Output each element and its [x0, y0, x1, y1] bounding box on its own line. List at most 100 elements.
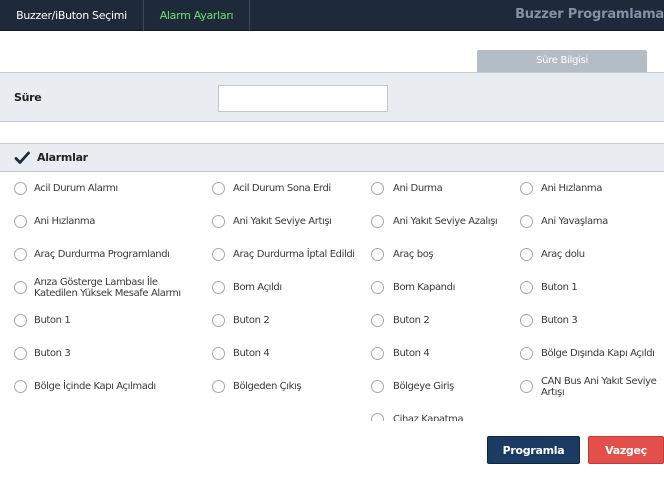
alarm-option-checkbox[interactable] [520, 347, 533, 360]
alarm-option [198, 403, 357, 421]
alarm-option[interactable]: Buton 1 [506, 271, 664, 304]
alarm-option-checkbox[interactable] [14, 182, 27, 195]
alarm-option-label: Buton 1 [34, 315, 71, 326]
alarm-option[interactable]: Buton 4 [357, 337, 506, 370]
alarm-option-checkbox[interactable] [371, 413, 384, 421]
alarm-option-checkbox[interactable] [520, 281, 533, 294]
alarm-option-checkbox[interactable] [212, 347, 225, 360]
alarms-title: Alarmlar [37, 151, 88, 164]
page-title: Buzzer Programlama [515, 7, 664, 22]
alarm-option-label: Buton 2 [393, 315, 430, 326]
alarm-option[interactable]: Bölge Dışında Kapı Açıldı [506, 337, 664, 370]
alarm-option-checkbox[interactable] [212, 182, 225, 195]
alarm-option[interactable]: Buton 4 [198, 337, 357, 370]
alarm-option[interactable]: Bom Açıldı [198, 271, 357, 304]
alarm-option[interactable]: Buton 2 [198, 304, 357, 337]
check-all-icon[interactable] [14, 150, 30, 166]
alarm-option-label: Buton 2 [233, 315, 270, 326]
alarm-option-checkbox[interactable] [520, 248, 533, 261]
alarm-option[interactable]: CAN Bus Ani Yakıt Seviye Artışı [506, 370, 664, 403]
alarm-option-checkbox[interactable] [371, 314, 384, 327]
alarm-option-checkbox[interactable] [14, 347, 27, 360]
alarm-option[interactable]: Araç Durdurma Programlandı [0, 238, 198, 271]
alarm-option-label: Ani Yavaşlama [541, 216, 608, 227]
alarm-option[interactable]: Ani Hızlanma [0, 205, 198, 238]
alarm-option[interactable]: Araç boş [357, 238, 506, 271]
alarm-option[interactable]: Buton 1 [0, 304, 198, 337]
alarm-option-label: Buton 1 [541, 282, 578, 293]
alarm-option-label: Arıza Gösterge Lambası İle Katedilen Yük… [34, 276, 181, 299]
alarm-option[interactable]: Bölge İçinde Kapı Açılmadı [0, 370, 198, 403]
alarm-option-checkbox[interactable] [520, 314, 533, 327]
alarm-option[interactable]: Bölgeye Giriş [357, 370, 506, 403]
alarm-option[interactable]: Cihaz Kapatma [357, 403, 506, 421]
alarm-option[interactable]: Ani Yakıt Seviye Artışı [198, 205, 357, 238]
alarm-option [0, 403, 198, 421]
alarm-option-label: Bölge İçinde Kapı Açılmadı [34, 381, 156, 392]
alarm-option-checkbox[interactable] [520, 215, 533, 228]
alarm-option-label: Bom Açıldı [233, 282, 282, 293]
alarm-option[interactable]: Buton 2 [357, 304, 506, 337]
alarm-option-label: Bölgeye Giriş [393, 381, 454, 392]
alarm-option-checkbox[interactable] [212, 314, 225, 327]
alarm-option-checkbox[interactable] [520, 182, 533, 195]
alarm-option-label: Acil Durum Sona Erdi [233, 183, 331, 194]
alarm-option[interactable]: Ani Yakıt Seviye Azalışı [357, 205, 506, 238]
alarm-option[interactable]: Acil Durum Alarmı [0, 172, 198, 205]
tab-buzzer-ibuton-secimi[interactable]: Buzzer/iButon Seçimi [0, 0, 144, 31]
alarm-option-checkbox[interactable] [212, 248, 225, 261]
alarm-option-label: Ani Hızlanma [34, 216, 95, 227]
alarm-option-checkbox[interactable] [212, 215, 225, 228]
alarm-option-label: Buton 3 [34, 348, 71, 359]
alarm-option-label: Ani Yakıt Seviye Artışı [233, 216, 332, 227]
alarm-option-label: Bölge Dışında Kapı Açıldı [541, 348, 655, 359]
alarm-option-checkbox[interactable] [371, 182, 384, 195]
alarm-option[interactable]: Araç dolu [506, 238, 664, 271]
sure-bilgisi-tab[interactable]: Süre Bilgisi [477, 50, 647, 72]
vazgec-button[interactable]: Vazgeç [588, 436, 664, 464]
tab-alarm-ayarlari[interactable]: Alarm Ayarları [144, 0, 250, 31]
alarms-header: Alarmlar [0, 143, 664, 172]
alarm-option-label: Araç boş [393, 249, 434, 260]
alarm-option-checkbox[interactable] [371, 347, 384, 360]
top-bar: Buzzer/iButon Seçimi Alarm Ayarları Buzz… [0, 0, 664, 31]
alarm-option-label: Ani Durma [393, 183, 443, 194]
alarm-option-label: Bom Kapandı [393, 282, 455, 293]
alarm-option[interactable]: Buton 3 [506, 304, 664, 337]
sure-panel: Süre [0, 72, 664, 122]
alarm-option[interactable]: Arıza Gösterge Lambası İle Katedilen Yük… [0, 271, 198, 304]
alarm-option-checkbox[interactable] [14, 380, 27, 393]
alarm-option[interactable]: Ani Yavaşlama [506, 205, 664, 238]
alarm-option-label: Buton 4 [393, 348, 430, 359]
alarm-option-checkbox[interactable] [14, 314, 27, 327]
alarm-option[interactable]: Ani Hızlanma [506, 172, 664, 205]
programla-button[interactable]: Programla [487, 436, 580, 464]
sure-label: Süre [14, 91, 42, 104]
alarm-option-checkbox[interactable] [14, 215, 27, 228]
alarm-option-label: Cihaz Kapatma [393, 414, 464, 421]
alarm-option[interactable]: Buton 3 [0, 337, 198, 370]
alarm-option-label: Araç Durdurma İptal Edildi [233, 249, 355, 260]
alarm-option-checkbox[interactable] [212, 380, 225, 393]
alarm-option[interactable]: Bölgeden Çıkış [198, 370, 357, 403]
alarm-option[interactable]: Ani Durma [357, 172, 506, 205]
alarm-option-label: Acil Durum Alarmı [34, 183, 118, 194]
alarm-option-label: Buton 4 [233, 348, 270, 359]
alarm-option-checkbox[interactable] [520, 380, 533, 393]
alarm-option-checkbox[interactable] [371, 215, 384, 228]
alarm-list: Acil Durum Alarmı Acil Durum Sona Erdi Ani… [0, 172, 664, 421]
alarm-option-label: Araç dolu [541, 249, 585, 260]
sure-input[interactable] [218, 85, 388, 112]
alarm-option[interactable]: Araç Durdurma İptal Edildi [198, 238, 357, 271]
alarm-option-label: Araç Durdurma Programlandı [34, 249, 170, 260]
alarm-option-checkbox[interactable] [14, 281, 27, 294]
alarm-option[interactable]: Bom Kapandı [357, 271, 506, 304]
alarm-list-viewport[interactable]: Acil Durum Alarmı Acil Durum Sona Erdi Ani… [0, 172, 664, 421]
alarm-option-checkbox[interactable] [14, 248, 27, 261]
alarm-option-checkbox[interactable] [371, 380, 384, 393]
alarm-option-checkbox[interactable] [212, 281, 225, 294]
alarm-option [506, 403, 664, 421]
alarm-option[interactable]: Acil Durum Sona Erdi [198, 172, 357, 205]
alarm-option-checkbox[interactable] [371, 248, 384, 261]
alarm-option-checkbox[interactable] [371, 281, 384, 294]
